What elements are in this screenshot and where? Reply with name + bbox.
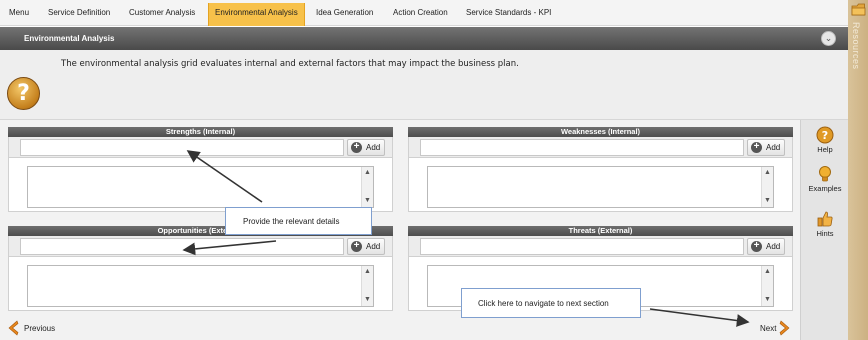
scrollbar[interactable]: ▲ ▼ (761, 266, 773, 306)
resources-panel-toggle[interactable]: Resources (848, 0, 868, 340)
scroll-down-icon[interactable]: ▼ (362, 196, 373, 206)
chevron-right-icon (779, 320, 790, 336)
tab-service-definition[interactable]: Service Definition (48, 8, 110, 17)
intro-panel: ? The environmental analysis grid evalua… (0, 50, 848, 120)
callout-navigate-next: Click here to navigate to next section (461, 288, 641, 318)
panel-title: Threats (External) (408, 226, 793, 236)
add-threat-button[interactable]: + Add (747, 238, 785, 255)
question-icon: ? (7, 77, 40, 110)
scrollbar[interactable]: ▲ ▼ (761, 167, 773, 207)
strengths-panel: Strengths (Internal) + Add ▲ ▼ (8, 127, 393, 212)
tab-environmental-analysis[interactable]: Environmental Analysis (208, 3, 305, 26)
tab-service-standards-kpi[interactable]: Service Standards - KPI (466, 8, 551, 17)
thumbs-up-icon (817, 211, 833, 227)
scroll-up-icon[interactable]: ▲ (362, 168, 373, 178)
weaknesses-list[interactable]: ▲ ▼ (427, 166, 774, 208)
add-opportunity-button[interactable]: + Add (347, 238, 385, 255)
scroll-up-icon[interactable]: ▲ (762, 168, 773, 178)
chevron-down-icon[interactable]: ⌄ (821, 31, 836, 46)
scrollbar[interactable]: ▲ ▼ (361, 266, 373, 306)
weaknesses-panel: Weaknesses (Internal) + Add ▲ ▼ (408, 127, 793, 212)
tab-idea-generation[interactable]: Idea Generation (316, 8, 373, 17)
threats-input[interactable] (420, 238, 744, 255)
svg-text:?: ? (822, 129, 828, 142)
panel-title: Weaknesses (Internal) (408, 127, 793, 137)
help-button[interactable]: ? Help (801, 126, 849, 154)
examples-button[interactable]: Examples (801, 165, 849, 193)
plus-icon: + (351, 142, 362, 153)
scroll-down-icon[interactable]: ▼ (762, 196, 773, 206)
plus-icon: + (751, 241, 762, 252)
resource-rail: ? Help Examples Hints (800, 120, 848, 340)
intro-description: The environmental analysis grid evaluate… (61, 59, 519, 69)
chevron-left-icon (8, 320, 19, 336)
add-weakness-button[interactable]: + Add (747, 139, 785, 156)
plus-icon: + (351, 241, 362, 252)
folder-icon (851, 3, 866, 16)
callout-provide-details: Provide the relevant details (225, 207, 372, 235)
scroll-up-icon[interactable]: ▲ (762, 267, 773, 277)
lightbulb-icon (819, 166, 831, 182)
tab-action-creation[interactable]: Action Creation (393, 8, 448, 17)
tab-menu[interactable]: Menu (9, 8, 29, 17)
add-strength-button[interactable]: + Add (347, 139, 385, 156)
opportunities-panel: Opportunities (External) + Add ▲ ▼ (8, 226, 393, 311)
section-header: Environmental Analysis ⌄ (0, 27, 848, 50)
strengths-list[interactable]: ▲ ▼ (27, 166, 374, 208)
scroll-up-icon[interactable]: ▲ (362, 267, 373, 277)
tab-customer-analysis[interactable]: Customer Analysis (129, 8, 195, 17)
weaknesses-input[interactable] (420, 139, 744, 156)
scroll-down-icon[interactable]: ▼ (762, 295, 773, 305)
help-icon: ? (816, 126, 834, 144)
strengths-input[interactable] (20, 139, 344, 156)
top-navigation: Menu Service Definition Customer Analysi… (0, 0, 848, 26)
panel-title: Strengths (Internal) (8, 127, 393, 137)
scrollbar[interactable]: ▲ ▼ (361, 167, 373, 207)
opportunities-input[interactable] (20, 238, 344, 255)
plus-icon: + (751, 142, 762, 153)
scroll-down-icon[interactable]: ▼ (362, 295, 373, 305)
opportunities-list[interactable]: ▲ ▼ (27, 265, 374, 307)
resources-label: Resources (851, 22, 861, 70)
hints-button[interactable]: Hints (801, 210, 849, 238)
section-title: Environmental Analysis (24, 34, 115, 43)
